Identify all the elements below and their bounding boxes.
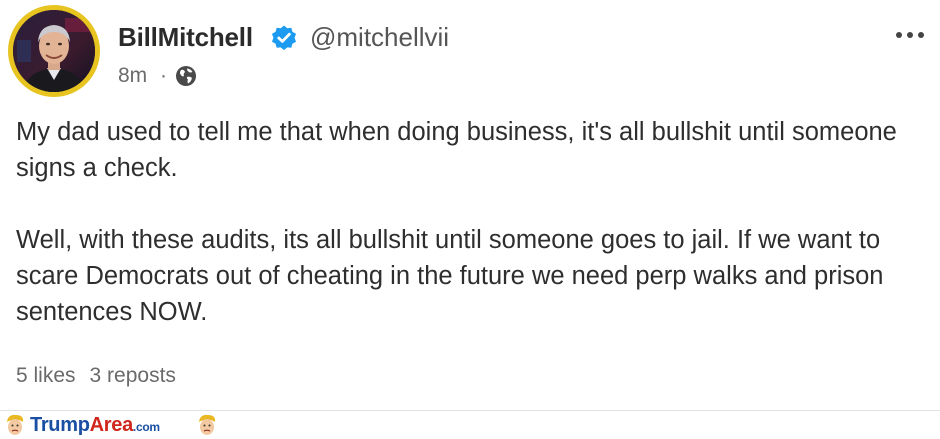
post-paragraph: My dad used to tell me that when doing b…: [16, 118, 897, 182]
verified-badge-icon: [272, 25, 296, 51]
site-watermark: TrumpArea.com: [0, 411, 230, 439]
post-timestamp[interactable]: 8m: [118, 64, 147, 88]
avatar-photo: [13, 10, 95, 92]
globe-icon: [176, 66, 196, 86]
post-card: BillMitchell @mitchellvii 8m · My dad us…: [0, 0, 940, 410]
engagement-stats: 5 likes 3 reposts: [16, 364, 176, 388]
more-horizontal-icon[interactable]: [892, 26, 928, 44]
post-body: My dad used to tell me that when doing b…: [16, 114, 926, 330]
reposts-count[interactable]: 3 reposts: [90, 364, 176, 387]
screenshot-frame: BillMitchell @mitchellvii 8m · My dad us…: [0, 0, 940, 439]
author-handle[interactable]: @mitchellvii: [310, 22, 449, 53]
cartoon-face-icon: [199, 414, 216, 435]
avatar-portrait-icon: [13, 10, 95, 92]
watermark-com: .com: [132, 420, 160, 434]
watermark-trump: Trump: [30, 414, 90, 436]
post-paragraph: Well, with these audits, its all bullshi…: [16, 226, 884, 326]
meta-separator: ·: [160, 64, 167, 87]
avatar[interactable]: [8, 5, 100, 97]
likes-count[interactable]: 5 likes: [16, 364, 76, 387]
cartoon-face-icon: [7, 414, 24, 435]
watermark-area: Area: [89, 414, 134, 436]
watermark-text: TrumpArea.com: [30, 414, 160, 437]
author-display-name[interactable]: BillMitchell: [118, 22, 253, 53]
